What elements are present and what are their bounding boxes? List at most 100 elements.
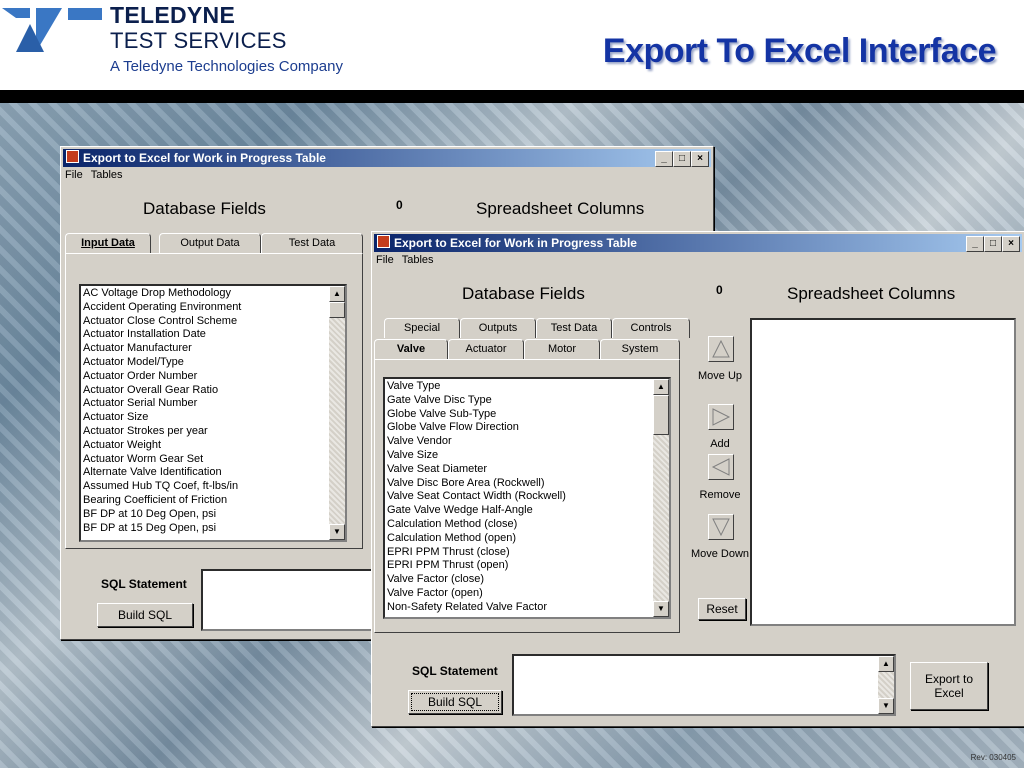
brand-tagline: A Teledyne Technologies Company: [110, 58, 343, 75]
list-item[interactable]: Valve Seat Contact Width (Rockwell): [387, 490, 566, 504]
list-item[interactable]: Valve Disc Bore Area (Rockwell): [387, 477, 566, 491]
list-item[interactable]: BF DP at 10 Deg Open, psi: [83, 508, 241, 522]
scroll-down-icon[interactable]: ▼: [878, 698, 894, 714]
list-item[interactable]: EPRI PPM Thrust (close): [387, 546, 566, 560]
remove-label: Remove: [699, 489, 741, 501]
minimize-icon[interactable]: _: [655, 151, 673, 167]
down-arrow-icon: [712, 518, 730, 537]
tab-controls[interactable]: Controls: [612, 318, 690, 338]
window-title: Export to Excel for Work in Progress Tab…: [83, 151, 326, 165]
menu-tables[interactable]: Tables: [402, 254, 434, 266]
up-arrow-icon: [712, 339, 730, 358]
tab-valve[interactable]: Valve: [374, 339, 448, 359]
list-item[interactable]: EPRI PPM Thrust (open): [387, 559, 566, 573]
maximize-icon[interactable]: □: [984, 236, 1002, 252]
list-item[interactable]: Actuator Overall Gear Ratio: [83, 384, 241, 398]
list-item[interactable]: Actuator Size: [83, 411, 241, 425]
menu-file[interactable]: File: [65, 169, 83, 181]
tab-input-data[interactable]: Input Data: [65, 233, 151, 253]
spreadsheet-columns-header: Spreadsheet Columns: [476, 199, 645, 218]
minimize-icon[interactable]: _: [966, 236, 984, 252]
add-button[interactable]: [708, 404, 734, 430]
reset-button[interactable]: Reset: [698, 598, 746, 620]
tab-system[interactable]: System: [600, 339, 680, 359]
list-item[interactable]: Actuator Serial Number: [83, 397, 241, 411]
back-window-titlebar[interactable]: Export to Excel for Work in Progress Tab…: [63, 149, 711, 167]
scroll-down-icon[interactable]: ▼: [653, 601, 669, 617]
selected-count: 0: [716, 283, 723, 297]
list-scrollbar[interactable]: ▲ ▼: [653, 379, 669, 617]
list-item[interactable]: Valve Size: [387, 449, 566, 463]
list-item[interactable]: Valve Vendor: [387, 435, 566, 449]
scroll-up-icon[interactable]: ▲: [329, 286, 345, 302]
maximize-icon[interactable]: □: [673, 151, 691, 167]
list-item[interactable]: Globe Valve Sub-Type: [387, 408, 566, 422]
list-item[interactable]: Actuator Worm Gear Set: [83, 453, 241, 467]
field-list[interactable]: Valve Type Gate Valve Disc Type Globe Valv…: [383, 377, 671, 619]
remove-button[interactable]: [708, 454, 734, 480]
revision-label: Rev: 030405: [970, 753, 1016, 762]
left-arrow-icon: [711, 458, 730, 476]
app-icon: [66, 150, 79, 163]
add-label: Add: [710, 438, 730, 450]
move-up-button[interactable]: [708, 336, 734, 362]
list-item[interactable]: Gate Valve Wedge Half-Angle: [387, 504, 566, 518]
list-item[interactable]: Actuator Model/Type: [83, 356, 241, 370]
field-list-items: AC Voltage Drop Methodology Accident Oper…: [83, 287, 241, 535]
list-item[interactable]: BF DP at 15 Deg Open, psi: [83, 522, 241, 536]
brand-division: TEST SERVICES: [110, 28, 287, 53]
scroll-thumb[interactable]: [329, 302, 345, 318]
list-item[interactable]: Valve Seat Diameter: [387, 463, 566, 477]
build-sql-button[interactable]: Build SQL: [97, 603, 193, 627]
list-item[interactable]: Bearing Coefficient of Friction: [83, 494, 241, 508]
list-item[interactable]: Calculation Method (close): [387, 518, 566, 532]
menu-file[interactable]: File: [376, 254, 394, 266]
move-up-label: Move Up: [697, 370, 743, 382]
list-item[interactable]: Actuator Order Number: [83, 370, 241, 384]
export-to-excel-button[interactable]: Export to Excel: [910, 662, 988, 710]
list-item[interactable]: Alternate Valve Identification: [83, 466, 241, 480]
tab-outputs[interactable]: Outputs: [460, 318, 536, 338]
list-item[interactable]: Non-Safety Related Valve Factor: [387, 601, 566, 615]
sql-scrollbar[interactable]: ▲ ▼: [878, 656, 894, 714]
tab-test-data[interactable]: Test Data: [261, 233, 363, 253]
scroll-thumb[interactable]: [653, 395, 669, 435]
scroll-down-icon[interactable]: ▼: [329, 524, 345, 540]
sql-textarea[interactable]: ▲ ▼: [512, 654, 896, 716]
scroll-up-icon[interactable]: ▲: [878, 656, 894, 672]
tab-test-data[interactable]: Test Data: [536, 318, 612, 338]
list-item[interactable]: Globe Valve Flow Direction: [387, 421, 566, 435]
tab-special[interactable]: Special: [384, 318, 460, 338]
tab-actuator[interactable]: Actuator: [448, 339, 524, 359]
build-sql-button[interactable]: Build SQL: [408, 690, 502, 714]
list-item[interactable]: Accident Operating Environment: [83, 301, 241, 315]
close-icon[interactable]: ×: [1002, 236, 1020, 252]
scroll-up-icon[interactable]: ▲: [653, 379, 669, 395]
window-title: Export to Excel for Work in Progress Tab…: [394, 236, 637, 250]
list-item[interactable]: Actuator Weight: [83, 439, 241, 453]
move-down-button[interactable]: [708, 514, 734, 540]
list-item[interactable]: Actuator Installation Date: [83, 328, 241, 342]
menu-bar: File Tables: [65, 169, 131, 181]
spreadsheet-columns-list[interactable]: [750, 318, 1016, 626]
tab-motor[interactable]: Motor: [524, 339, 600, 359]
list-item[interactable]: Actuator Manufacturer: [83, 342, 241, 356]
menu-tables[interactable]: Tables: [91, 169, 123, 181]
list-item[interactable]: Valve Factor (close): [387, 573, 566, 587]
list-item[interactable]: Actuator Close Control Scheme: [83, 315, 241, 329]
list-item[interactable]: AC Voltage Drop Methodology: [83, 287, 241, 301]
list-item[interactable]: Valve Factor (open): [387, 587, 566, 601]
list-item[interactable]: Calculation Method (open): [387, 532, 566, 546]
list-item[interactable]: Gate Valve Disc Type: [387, 394, 566, 408]
database-fields-header: Database Fields: [462, 284, 585, 303]
tab-output-data[interactable]: Output Data: [159, 233, 261, 253]
close-icon[interactable]: ×: [691, 151, 709, 167]
sql-statement-label: SQL Statement: [412, 664, 498, 678]
front-window-titlebar[interactable]: Export to Excel for Work in Progress Tab…: [374, 234, 1022, 252]
slide-title: Export To Excel Interface: [602, 32, 997, 70]
field-list[interactable]: AC Voltage Drop Methodology Accident Oper…: [79, 284, 347, 542]
list-item[interactable]: Valve Type: [387, 380, 566, 394]
list-item[interactable]: Assumed Hub TQ Coef, ft-lbs/in: [83, 480, 241, 494]
list-item[interactable]: Actuator Strokes per year: [83, 425, 241, 439]
list-scrollbar[interactable]: ▲ ▼: [329, 286, 345, 540]
